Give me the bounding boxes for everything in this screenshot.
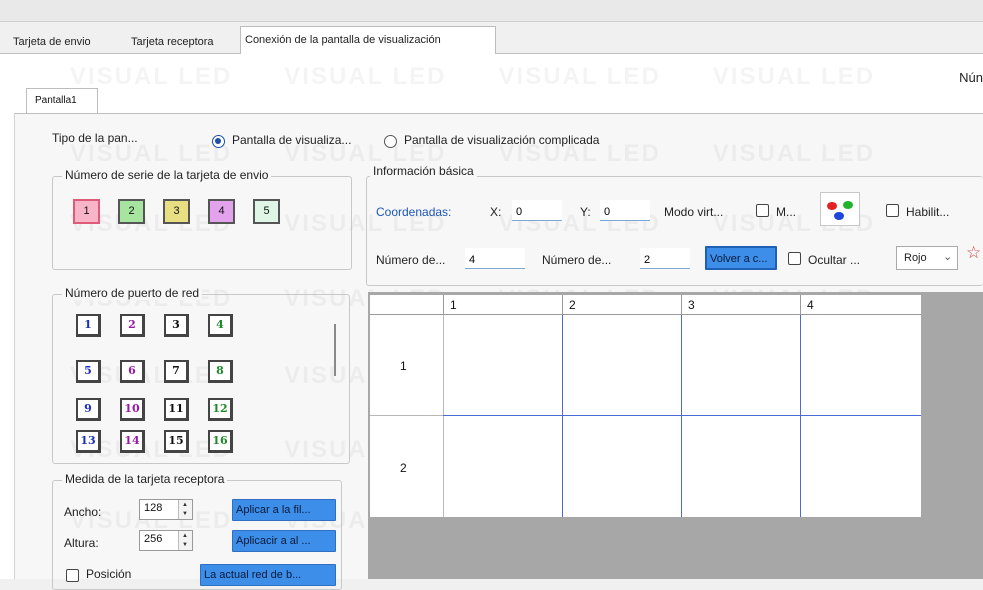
network-port-8-button[interactable]: 8 <box>208 360 233 383</box>
sending-card-4-button[interactable]: 4 <box>208 199 235 224</box>
color-select[interactable]: Rojo ⌄ <box>896 246 958 270</box>
radio-complex-screen[interactable] <box>384 135 397 148</box>
x-coordinate-input[interactable] <box>512 200 562 221</box>
receiver-size-title: Medida de la tarjeta receptora <box>62 472 228 486</box>
height-stepper[interactable]: 256 ▲ ▼ <box>139 530 193 551</box>
sending-card-1-button[interactable]: 1 <box>73 199 100 224</box>
network-port-10-button[interactable]: 10 <box>120 398 145 421</box>
sending-card-5-button[interactable]: 5 <box>253 199 280 224</box>
apply-row-button[interactable]: Aplicar a la fil... <box>232 499 336 521</box>
rows-input[interactable] <box>465 248 525 269</box>
stepper-arrows-icon[interactable]: ▲ ▼ <box>178 531 192 550</box>
network-port-12-button[interactable]: 12 <box>208 398 233 421</box>
reset-button[interactable]: Volver a c... <box>705 246 777 270</box>
scrollbar-thumb[interactable] <box>334 324 336 376</box>
radio-simple-screen[interactable] <box>212 135 225 148</box>
title-strip <box>0 0 983 22</box>
m-checkbox[interactable] <box>756 204 769 217</box>
sending-card-title: Número de serie de la tarjeta de envio <box>62 168 272 182</box>
network-port-3-button[interactable]: 3 <box>164 314 189 337</box>
virtual-mode-label: Modo virt... <box>664 205 724 219</box>
width-value: 128 <box>144 502 163 514</box>
cols-input[interactable] <box>640 248 690 269</box>
network-port-5-button[interactable]: 5 <box>76 360 101 383</box>
stepper-arrows-icon[interactable]: ▲ ▼ <box>178 500 192 519</box>
coordinates-label: Coordenadas: <box>376 205 452 219</box>
grid-row-header: 2 <box>400 461 407 475</box>
tab-receiving-card[interactable]: Tarjeta receptora <box>126 30 219 54</box>
height-value: 256 <box>144 533 163 545</box>
network-port-title: Número de puerto de red <box>62 286 203 300</box>
network-port-2-button[interactable]: 2 <box>120 314 145 337</box>
enable-label: Habilit... <box>906 205 950 219</box>
network-port-14-button[interactable]: 14 <box>120 430 145 453</box>
sending-card-2-button[interactable]: 2 <box>118 199 145 224</box>
width-stepper[interactable]: 128 ▲ ▼ <box>139 499 193 520</box>
header-right-label: Nún <box>959 70 983 85</box>
network-port-9-button[interactable]: 9 <box>76 398 101 421</box>
star-icon[interactable]: ☆ <box>966 243 981 263</box>
network-port-6-button[interactable]: 6 <box>120 360 145 383</box>
chevron-down-icon: ⌄ <box>943 251 953 263</box>
network-port-11-button[interactable]: 11 <box>164 398 189 421</box>
color-select-value: Rojo <box>904 252 927 264</box>
hide-checkbox[interactable] <box>788 252 801 265</box>
network-port-1-button[interactable]: 1 <box>76 314 101 337</box>
network-port-13-button[interactable]: 13 <box>76 430 101 453</box>
grid-col-header: 1 <box>450 298 457 312</box>
width-label: Ancho: <box>64 505 102 519</box>
tab-display-connection[interactable]: Conexión de la pantalla de visualización <box>240 26 496 55</box>
m-label: M... <box>776 205 796 219</box>
radio-complex-screen-label: Pantalla de visualización complicada <box>404 133 600 147</box>
grid-line <box>800 315 801 517</box>
hide-label: Ocultar ... <box>808 253 861 267</box>
apply-all-button[interactable]: Aplicacir a al ... <box>232 530 336 552</box>
tab-sending-card[interactable]: Tarjeta de envio <box>8 30 96 54</box>
y-label: Y: <box>580 205 591 219</box>
screen-type-label: Tipo de la pan... <box>52 131 138 145</box>
x-label: X: <box>490 205 502 219</box>
radio-simple-screen-label: Pantalla de visualiza... <box>232 133 352 147</box>
enable-checkbox[interactable] <box>886 204 899 217</box>
current-network-button[interactable]: La actual red de b... <box>200 564 336 586</box>
height-label: Altura: <box>64 536 99 550</box>
basic-info-title: Información básica <box>370 164 477 178</box>
grid-col-header: 4 <box>807 298 814 312</box>
cols-label: Número de... <box>542 253 612 267</box>
network-port-15-button[interactable]: 15 <box>164 430 189 453</box>
network-port-4-button[interactable]: 4 <box>208 314 233 337</box>
grid-line <box>562 315 563 517</box>
main-tab-bar: Tarjeta de envio Tarjeta receptora Conex… <box>0 22 983 55</box>
screen-grid-table: 1 2 3 4 1 2 <box>370 295 921 517</box>
network-port-16-button[interactable]: 16 <box>208 430 233 453</box>
grid-col-header: 3 <box>688 298 695 312</box>
rgb-dots-icon[interactable] <box>820 192 860 226</box>
y-coordinate-input[interactable] <box>600 200 650 221</box>
position-checkbox[interactable] <box>66 569 79 582</box>
basic-info-group <box>366 176 983 286</box>
sending-card-3-button[interactable]: 3 <box>163 199 190 224</box>
grid-row-header: 1 <box>400 359 407 373</box>
grid-col-header: 2 <box>569 298 576 312</box>
grid-line <box>443 415 921 416</box>
rows-label: Número de... <box>376 253 446 267</box>
grid-line <box>681 315 682 517</box>
network-port-7-button[interactable]: 7 <box>164 360 189 383</box>
tab-screen-1[interactable]: Pantalla1 <box>26 88 98 114</box>
